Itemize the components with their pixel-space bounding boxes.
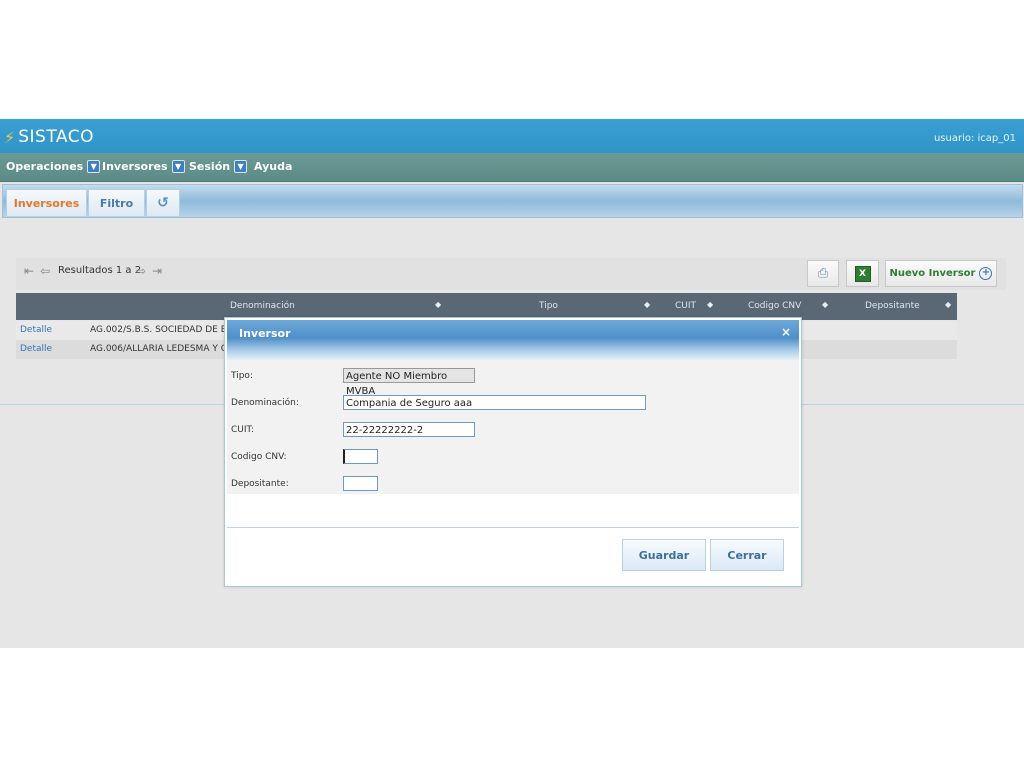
save-button[interactable]: Guardar xyxy=(622,539,706,571)
chevron-down-icon: ▼ xyxy=(171,160,185,173)
tab-filtro[interactable]: Filtro xyxy=(88,189,145,216)
results-toolbar: ⇤ ⇦ Resultados 1 a 2 ⇨ ⇥ ⎙ X Nuevo Inver… xyxy=(16,258,1006,290)
depositante-label: Depositante: xyxy=(231,479,289,489)
denominacion-label: Denominación: xyxy=(231,398,299,408)
app-window: ⚡ SISTACO usuario: icap_01 Operaciones ▼… xyxy=(0,119,1024,648)
menu-ayuda-label: Ayuda xyxy=(254,160,293,173)
column-tipo[interactable]: Tipo xyxy=(539,301,558,311)
first-page-icon[interactable]: ⇤ xyxy=(24,264,34,278)
row-denominacion: AG.006/ALLARIA LEDESMA Y CIA xyxy=(90,344,236,354)
row-denominacion: AG.002/S.B.S. SOCIEDAD DE BOL xyxy=(90,325,239,335)
menu-ayuda[interactable]: Ayuda xyxy=(254,160,292,173)
sort-icon[interactable]: ◆ xyxy=(707,300,713,309)
cancel-button[interactable]: Cerrar xyxy=(710,539,784,571)
menu-inversores[interactable]: Inversores ▼ xyxy=(102,160,185,173)
refresh-icon[interactable]: ↺ xyxy=(146,189,180,216)
denominacion-input[interactable]: Compania de Seguro aaa xyxy=(343,395,646,410)
column-codigo-cnv[interactable]: Codigo CNV xyxy=(748,301,801,311)
codigo-cnv-label: Codigo CNV: xyxy=(231,452,287,462)
results-count: Resultados 1 a 2 xyxy=(58,265,142,276)
menu-sesion-label: Sesión xyxy=(189,160,231,173)
tab-inversores[interactable]: Inversores xyxy=(6,189,87,216)
codigo-cnv-input[interactable] xyxy=(343,449,378,464)
table-header: Denominación ◆ Tipo ◆ CUIT ◆ Codigo CNV … xyxy=(16,293,957,320)
plus-circle-icon: + xyxy=(979,267,993,280)
inversor-form: Tipo: Agente NO Miembro MVBA Denominació… xyxy=(227,360,799,494)
print-button[interactable]: ⎙ xyxy=(807,260,839,287)
new-investor-button[interactable]: Nuevo Inversor + xyxy=(885,260,997,287)
chevron-down-icon: ▼ xyxy=(87,160,101,173)
detalle-link[interactable]: Detalle xyxy=(20,325,52,335)
menu-operaciones-label: Operaciones xyxy=(6,160,84,173)
menu-bar: Operaciones ▼ Inversores ▼ Sesión ▼ Ayud… xyxy=(0,153,1024,182)
inversor-dialog: Inversor × Tipo: Agente NO Miembro MVBA … xyxy=(224,317,802,587)
column-depositante[interactable]: Depositante xyxy=(865,301,920,311)
detalle-link[interactable]: Detalle xyxy=(20,344,52,354)
user-label: usuario: icap_01 xyxy=(933,133,1016,144)
sort-icon[interactable]: ◆ xyxy=(644,300,650,309)
close-icon[interactable]: × xyxy=(781,325,791,339)
column-denominacion[interactable]: Denominación xyxy=(230,301,295,311)
menu-sesion[interactable]: Sesión ▼ xyxy=(189,160,248,173)
tipo-select[interactable]: Agente NO Miembro MVBA xyxy=(343,368,475,397)
excel-icon: X xyxy=(854,265,871,282)
next-page-icon[interactable]: ⇨ xyxy=(136,264,146,278)
app-title: SISTACO xyxy=(18,127,94,147)
cuit-label: CUIT: xyxy=(231,425,255,435)
sort-icon[interactable]: ◆ xyxy=(435,300,441,309)
sort-icon[interactable]: ◆ xyxy=(945,300,951,309)
sort-icon[interactable]: ◆ xyxy=(822,300,828,309)
top-bar: ⚡ SISTACO usuario: icap_01 xyxy=(0,119,1024,153)
dialog-divider xyxy=(227,527,799,528)
printer-icon: ⎙ xyxy=(817,266,829,281)
cuit-input[interactable]: 22-22222222-2 xyxy=(343,422,475,437)
new-investor-label: Nuevo Inversor xyxy=(889,268,976,279)
last-page-icon[interactable]: ⇥ xyxy=(152,264,162,278)
prev-page-icon[interactable]: ⇦ xyxy=(40,264,50,278)
tipo-label: Tipo: xyxy=(231,371,253,381)
runner-icon: ⚡ xyxy=(4,127,16,147)
dialog-header: Inversor × xyxy=(227,320,799,360)
menu-inversores-label: Inversores xyxy=(102,160,168,173)
dialog-title: Inversor xyxy=(239,327,291,340)
app-logo: ⚡ SISTACO xyxy=(4,126,94,148)
chevron-down-icon: ▼ xyxy=(234,160,248,173)
menu-operaciones[interactable]: Operaciones ▼ xyxy=(6,160,101,173)
tab-strip: Inversores Filtro ↺ xyxy=(2,184,1023,218)
column-cuit[interactable]: CUIT xyxy=(675,301,696,311)
depositante-input[interactable] xyxy=(343,476,378,491)
export-excel-button[interactable]: X xyxy=(846,260,879,287)
